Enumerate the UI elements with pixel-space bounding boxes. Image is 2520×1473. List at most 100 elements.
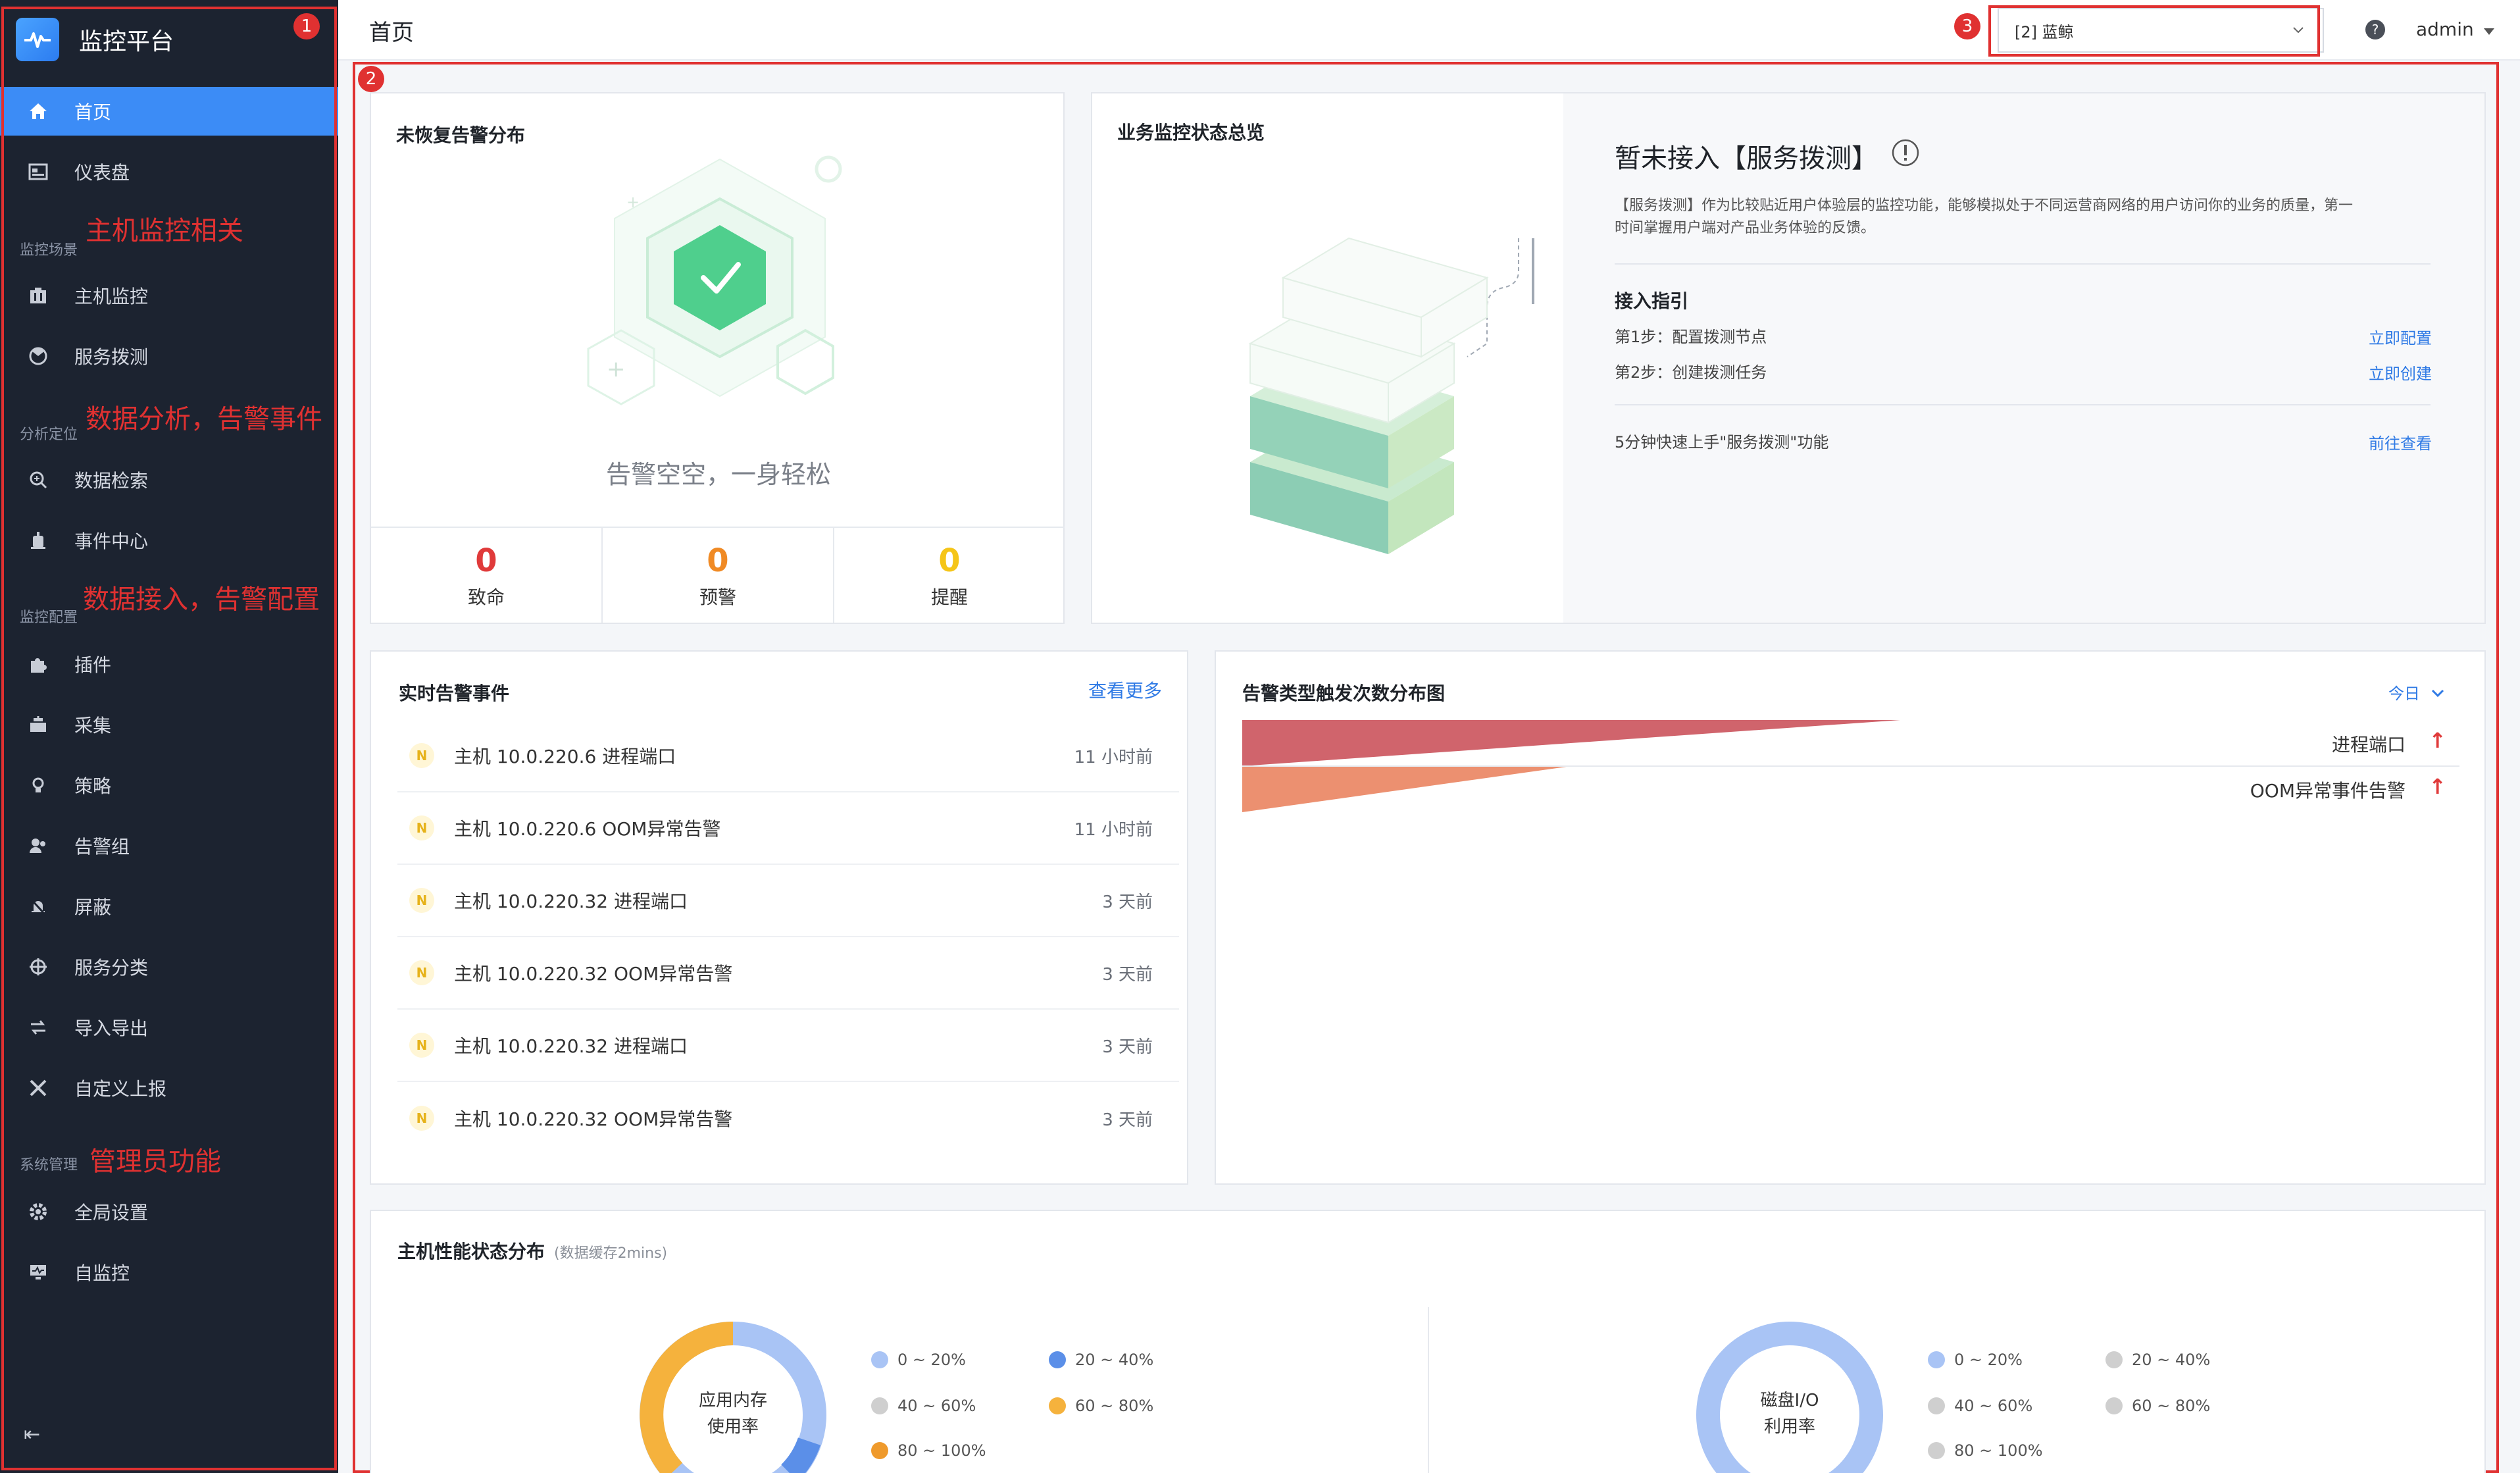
help-icon[interactable]: ? [2365,20,2385,39]
page-title: 首页 [369,20,414,46]
event-row[interactable]: N 主机 10.0.220.32 进程端口 3 天前 [397,865,1179,937]
probe-desc-line1: 【服务拨测】作为比较贴近用户体验层的监控功能，能够模拟处于不同运营商网络的用户访… [1615,197,2354,214]
event-row[interactable]: N 主机 10.0.220.6 OOM异常告警 11 小时前 [397,792,1179,865]
stat-remind-label: 提醒 [930,586,968,608]
sidebar-item-host[interactable]: 主机监控 [0,271,338,320]
empty-state-text: 告警空空，一身轻松 [605,460,831,489]
realtime-events-card: 实时告警事件 查看更多 N 主机 10.0.220.6 进程端口 11 小时前 … [370,650,1188,1185]
legend-item[interactable]: 80 ~ 100% [871,1441,986,1460]
sidebar-item-alarm-group[interactable]: 告警组 [0,821,338,870]
event-row[interactable]: N 主机 10.0.220.6 进程端口 11 小时前 [397,720,1179,792]
legend-label: 0 ~ 20% [897,1351,966,1369]
chevron-down-icon [2431,683,2445,702]
user-menu[interactable]: admin [2416,18,2495,40]
view-more-link[interactable]: 查看更多 [1088,677,1162,703]
legend-dot [1049,1397,1066,1414]
sidebar-item-dashboard[interactable]: 仪表盘 [0,147,338,196]
collapse-sidebar-button[interactable]: ⇤ [24,1423,40,1446]
sidebar-item-label: 全局设置 [74,1202,149,1224]
sidebar-item-collect[interactable]: 采集 [0,700,338,749]
donut-center-label: 磁盘I/O 利用率 [1691,1387,1888,1440]
guide-step2: 第2步：创建拨测任务 [1615,363,1767,382]
create-now-link[interactable]: 立即创建 [2369,361,2432,384]
go-view-link[interactable]: 前往查看 [2369,430,2432,453]
card-subtitle: (数据缓存2mins) [554,1245,668,1262]
business-overview-card: 业务监控状态总览 暂未接入【服务拨测】 【服务拨测】作为比较贴近用户体验层的监控… [1091,92,2486,624]
legend-item[interactable]: 40 ~ 60% [1928,1397,2032,1415]
event-text: 主机 10.0.220.6 进程端口 [454,746,676,767]
sidebar-item-label: 主机监控 [74,286,149,307]
severity-badge: N [409,743,434,768]
legend-item[interactable]: 20 ~ 40% [2105,1351,2210,1369]
annotation-badge-1: 1 [293,13,320,39]
sidebar-item-search[interactable]: 数据检索 [0,455,338,504]
legend-item[interactable]: 20 ~ 40% [1049,1351,1153,1369]
event-row[interactable]: N 主机 10.0.220.32 OOM异常告警 3 天前 [397,937,1179,1010]
divider [1428,1307,1429,1473]
card-title: 实时告警事件 [399,683,510,704]
sidebar-item-label: 事件中心 [74,530,149,552]
stat-fatal[interactable]: 0 致命 [371,527,603,623]
legend-label: 20 ~ 40% [2132,1351,2211,1369]
stat-remind[interactable]: 0 提醒 [834,527,1065,623]
event-row[interactable]: N 主机 10.0.220.32 进程端口 3 天前 [397,1010,1179,1082]
annotation-analysis: 数据分析，告警事件 [86,404,322,434]
empty-state-illustration: + + [587,155,842,405]
trigger-distribution-card: 告警类型触发次数分布图 今日 进程端口 ↑ OOM异常事件告警 ↑ [1215,650,2486,1185]
donut-center-label: 应用内存 使用率 [634,1387,832,1440]
sidebar-item-custom-report[interactable]: 自定义上报 [0,1064,338,1112]
event-time: 3 天前 [1102,1037,1153,1057]
workspace-select[interactable]: [2] 蓝鲸 [1998,8,2324,53]
legend-dot [2105,1351,2123,1368]
sidebar-item-event[interactable]: 事件中心 [0,516,338,565]
divider [1615,404,2431,405]
sidebar-item-plugin[interactable]: 插件 [0,640,338,688]
configure-now-link[interactable]: 立即配置 [2369,325,2432,348]
legend-item[interactable]: 60 ~ 80% [1049,1397,1153,1415]
trend-up-icon: ↑ [2429,728,2446,753]
legend-item[interactable]: 0 ~ 20% [871,1351,966,1369]
legend-label: 60 ~ 80% [2132,1397,2211,1415]
sidebar-item-home[interactable]: 首页 [0,87,338,136]
severity-badge: N [409,960,434,985]
sidebar-item-strategy[interactable]: 策略 [0,761,338,810]
caret-down-icon [2483,18,2495,40]
annotation-badge-3: 3 [1954,13,1980,39]
stat-fatal-count: 0 [475,542,497,579]
bar-label-oom-event: OOM异常事件告警 [2250,780,2406,802]
sidebar-item-label: 数据检索 [74,470,149,492]
sidebar-item-label: 服务分类 [74,957,149,979]
sidebar-item-label: 仪表盘 [74,162,130,184]
sidebar-item-import-export[interactable]: 导入导出 [0,1003,338,1052]
brand-title: 监控平台 [79,28,174,55]
sidebar-item-self-monitor[interactable]: 自监控 [0,1248,338,1297]
donut-label-line1: 磁盘I/O [1760,1391,1819,1410]
sidebar-item-global-settings[interactable]: 全局设置 [0,1187,338,1236]
probe-info-panel: 暂未接入【服务拨测】 【服务拨测】作为比较贴近用户体验层的监控功能，能够模拟处于… [1563,93,2484,623]
workspace-value: [2] 蓝鲸 [2015,22,2074,41]
sidebar-item-mute[interactable]: 屏蔽 [0,882,338,931]
brand[interactable]: 监控平台 [16,7,174,72]
stat-warning[interactable]: 0 预警 [603,527,834,623]
event-time: 11 小时前 [1074,819,1153,840]
sidebar-item-label: 屏蔽 [74,896,112,918]
sidebar-item-label: 服务拨测 [74,346,149,368]
legend-item[interactable]: 40 ~ 60% [871,1397,976,1415]
legend-item[interactable]: 80 ~ 100% [1928,1441,2043,1460]
probe-icon [26,344,50,368]
event-row[interactable]: N 主机 10.0.220.32 OOM异常告警 3 天前 [397,1082,1179,1154]
event-time: 3 天前 [1102,1110,1153,1130]
legend-item[interactable]: 60 ~ 80% [2105,1397,2210,1415]
info-icon [1891,138,1920,174]
sidebar-item-label: 策略 [74,775,112,797]
host-performance-card: 主机性能状态分布 (数据缓存2mins) 应用内存 使用率 0 ~ 20% 20… [370,1210,2486,1473]
sidebar-item-probe[interactable]: 服务拨测 [0,332,338,380]
sidebar-item-category[interactable]: 服务分类 [0,943,338,991]
collect-icon [26,713,50,736]
divider [1615,263,2431,265]
range-select[interactable]: 今日 [2388,681,2445,704]
sidebar-item-label: 采集 [74,715,112,736]
guide-title: 接入指引 [1615,290,1689,312]
username: admin [2416,18,2474,40]
legend-item[interactable]: 0 ~ 20% [1928,1351,2023,1369]
